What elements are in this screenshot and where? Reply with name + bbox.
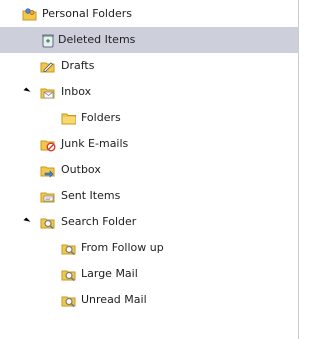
search-folder-icon [61, 240, 77, 256]
search-folder-icon [40, 214, 56, 230]
outbox-icon [40, 162, 56, 178]
deleted-items-icon [40, 32, 56, 48]
tree-item-unread-mail[interactable]: Unread Mail [0, 287, 298, 313]
sent-items-icon [40, 188, 56, 204]
tree-item-label: Inbox [61, 85, 92, 98]
tree-item-from-follow-up[interactable]: From Follow up [0, 235, 298, 261]
tree-item-junk-emails[interactable]: Junk E-mails [0, 131, 298, 157]
drafts-icon [40, 58, 56, 74]
tree-item-large-mail[interactable]: Large Mail [0, 261, 298, 287]
tree-item-label: Deleted Items [58, 33, 136, 46]
search-folder-icon [61, 292, 77, 308]
tree-item-deleted-items[interactable]: Deleted Items [0, 27, 298, 53]
tree-item-label: Search Folder [61, 215, 137, 228]
tree-item-label: Folders [81, 111, 121, 124]
inbox-icon [40, 84, 56, 100]
tree-item-search-folder[interactable]: Search Folder [0, 209, 298, 235]
tree-item-label: Unread Mail [81, 293, 147, 306]
tree-item-label: Sent Items [61, 189, 121, 202]
folder-pane: Personal Folders Deleted Items Drafts In… [0, 0, 299, 339]
tree-item-label: Outbox [61, 163, 101, 176]
tree-item-inbox[interactable]: Inbox [0, 79, 298, 105]
tree-item-sent-items[interactable]: Sent Items [0, 183, 298, 209]
expand-arrow-icon[interactable] [23, 87, 31, 95]
tree-item-drafts[interactable]: Drafts [0, 53, 298, 79]
search-folder-icon [61, 266, 77, 282]
tree-item-folders[interactable]: Folders [0, 105, 298, 131]
tree-item-label: Drafts [61, 59, 95, 72]
tree-item-label: From Follow up [81, 241, 164, 254]
expand-arrow-icon[interactable] [23, 217, 31, 225]
junk-email-icon [40, 136, 56, 152]
folder-icon [61, 110, 77, 126]
tree-item-label: Large Mail [81, 267, 138, 280]
personal-folders-icon [22, 6, 38, 22]
tree-item-outbox[interactable]: Outbox [0, 157, 298, 183]
tree-item-label: Junk E-mails [61, 137, 129, 150]
tree-item-label: Personal Folders [42, 7, 132, 20]
tree-item-personal-folders[interactable]: Personal Folders [0, 1, 298, 27]
